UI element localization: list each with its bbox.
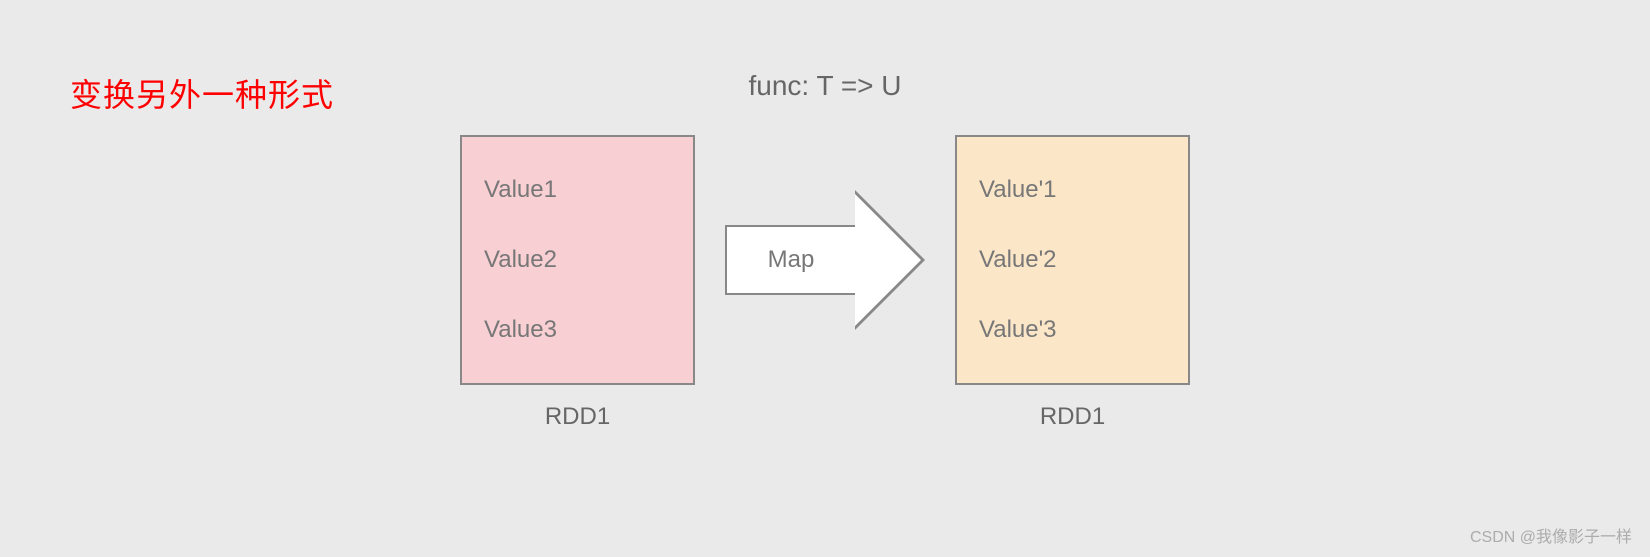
arrow-label: Map (768, 246, 815, 274)
source-value: Value2 (484, 246, 671, 274)
source-rdd-box: Value1 Value2 Value3 (460, 135, 695, 385)
map-arrow: Map (725, 135, 925, 385)
source-value: Value3 (484, 316, 671, 344)
right-column: Value'1 Value'2 Value'3 RDD1 (955, 135, 1190, 431)
function-signature: func: T => U (0, 70, 1650, 102)
target-value: Value'2 (979, 246, 1166, 274)
target-value: Value'1 (979, 176, 1166, 204)
source-value: Value1 (484, 176, 671, 204)
source-caption: RDD1 (545, 403, 610, 431)
left-column: Value1 Value2 Value3 RDD1 (460, 135, 695, 431)
arrow-head-icon (855, 190, 925, 330)
target-caption: RDD1 (1040, 403, 1105, 431)
target-value: Value'3 (979, 316, 1166, 344)
target-rdd-box: Value'1 Value'2 Value'3 (955, 135, 1190, 385)
arrow-body: Map (725, 225, 855, 295)
watermark-text: CSDN @我像影子一样 (1470, 523, 1632, 547)
map-diagram: Value1 Value2 Value3 RDD1 Map Value'1 Va… (0, 135, 1650, 431)
